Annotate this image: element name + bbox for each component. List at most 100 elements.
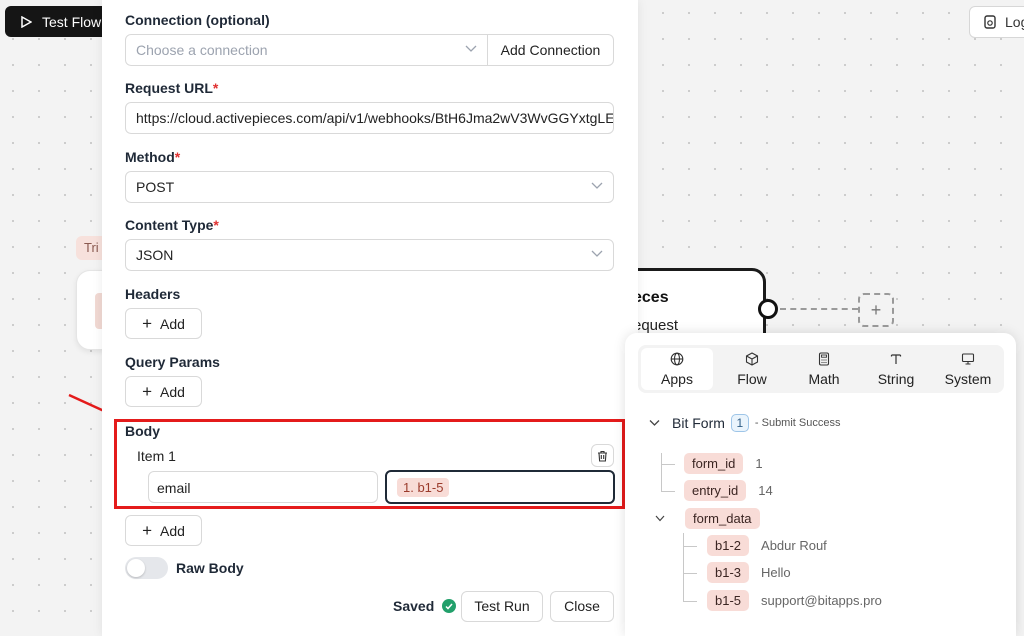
calculator-icon <box>818 351 830 366</box>
data-selector-tabs: Apps Flow Math String System <box>638 345 1004 393</box>
tree-node-form-id[interactable]: form_id 1 <box>684 453 763 474</box>
tab-system[interactable]: System <box>932 345 1004 393</box>
method-value: POST <box>136 179 175 195</box>
body-item-label: Item 1 <box>137 448 176 464</box>
connection-placeholder: Choose a connection <box>136 42 268 58</box>
content-type-select[interactable]: JSON <box>125 239 614 271</box>
saved-status: Saved <box>393 598 457 614</box>
request-url-label-text: Request URL <box>125 80 213 96</box>
add-body-item-button[interactable]: + Add <box>125 515 202 546</box>
plus-icon: + <box>142 314 152 333</box>
required-mark: * <box>212 80 219 96</box>
chevron-down-icon <box>591 250 603 257</box>
method-label-text: Method <box>125 149 175 165</box>
tab-string[interactable]: String <box>860 345 932 393</box>
tree-node-bit-form[interactable]: Bit Form 1 - Submit Success <box>649 414 840 432</box>
tab-label: Apps <box>661 370 693 387</box>
add-query-param-button[interactable]: + Add <box>125 376 202 407</box>
monitor-icon <box>961 352 975 365</box>
step-connector-dot <box>758 299 778 319</box>
headers-label: Headers <box>125 286 181 302</box>
data-value: 1 <box>755 456 763 471</box>
chevron-down-icon <box>655 515 665 522</box>
trash-icon <box>598 450 607 462</box>
tree-node-entry-id[interactable]: entry_id 14 <box>684 480 773 501</box>
logs-label: Log <box>1005 14 1024 30</box>
tree-line <box>661 464 675 465</box>
connector-line <box>780 308 858 310</box>
data-key-chip: form_id <box>684 453 744 474</box>
test-run-button[interactable]: Test Run <box>461 591 543 622</box>
tab-math[interactable]: Math <box>788 345 860 393</box>
required-mark: * <box>213 217 219 233</box>
content-type-value: JSON <box>136 247 174 263</box>
chevron-down-icon <box>465 45 477 52</box>
request-url-label: Request URL* <box>125 80 218 96</box>
add-connection-button[interactable]: Add Connection <box>487 34 614 66</box>
step-settings-panel: Connection (optional) Choose a connectio… <box>102 0 638 636</box>
body-label: Body <box>125 423 160 439</box>
plus-icon: + <box>142 521 152 540</box>
data-reference-chip[interactable]: 1. b1-5 <box>397 478 450 497</box>
step-title: eces <box>633 289 669 306</box>
connection-select[interactable]: Choose a connection <box>125 34 488 66</box>
data-key-chip: form_data <box>685 508 760 529</box>
tree-line <box>683 546 697 547</box>
body-value-input[interactable]: 1. b1-5 <box>385 470 615 504</box>
tab-label: String <box>877 370 915 387</box>
add-query-param-label: Add <box>160 383 185 400</box>
body-key-input[interactable]: email <box>148 471 378 503</box>
method-label: Method* <box>125 149 180 165</box>
data-key-chip: entry_id <box>684 480 747 501</box>
data-value: 14 <box>758 483 773 498</box>
test-flow-label: Test Flow <box>42 13 102 30</box>
close-button[interactable]: Close <box>550 591 614 622</box>
query-params-label: Query Params <box>125 354 220 370</box>
tree-node-form-data[interactable]: form_data <box>655 508 760 529</box>
chevron-down-icon <box>649 420 660 426</box>
data-key-chip: b1-3 <box>707 562 750 583</box>
data-value: Abdur Rouf <box>761 538 827 553</box>
tab-flow[interactable]: Flow <box>716 345 788 393</box>
delete-item-button[interactable] <box>591 444 614 467</box>
data-value: Hello <box>761 565 791 580</box>
tab-label: Flow <box>737 370 767 387</box>
connection-label: Connection (optional) <box>125 12 270 28</box>
logs-button[interactable]: Log <box>969 6 1024 38</box>
tree-line <box>661 453 662 491</box>
tree-line <box>683 573 697 574</box>
content-type-label-text: Content Type <box>125 217 214 233</box>
play-icon <box>21 15 32 28</box>
globe-icon <box>670 352 684 365</box>
plus-icon: + <box>142 382 152 401</box>
data-key-chip: b1-2 <box>707 535 750 556</box>
saved-label: Saved <box>393 598 435 614</box>
tree-line <box>661 491 675 492</box>
content-type-label: Content Type* <box>125 217 219 233</box>
method-select[interactable]: POST <box>125 171 614 203</box>
toggle-knob <box>127 559 145 577</box>
tree-node-b1-2[interactable]: b1-2 Abdur Rouf <box>707 535 827 556</box>
tree-node-b1-3[interactable]: b1-3 Hello <box>707 562 791 583</box>
chevron-down-icon <box>591 182 603 189</box>
add-header-button[interactable]: + Add <box>125 308 202 339</box>
tab-label: System <box>944 370 992 387</box>
data-value: support@bitapps.pro <box>761 593 882 608</box>
check-circle-icon <box>442 599 457 613</box>
request-url-input[interactable]: https://cloud.activepieces.com/api/v1/we… <box>125 102 614 134</box>
cube-icon <box>745 351 759 366</box>
add-step-button[interactable]: + <box>858 293 894 327</box>
add-header-label: Add <box>160 315 185 332</box>
tree-node-b1-5[interactable]: b1-5 support@bitapps.pro <box>707 590 882 611</box>
tree-line <box>683 533 684 601</box>
logs-icon <box>984 15 996 29</box>
step-subtitle: equest <box>633 317 679 334</box>
text-icon <box>890 353 902 364</box>
raw-body-toggle[interactable] <box>125 557 168 579</box>
raw-body-label: Raw Body <box>176 560 244 576</box>
tab-apps[interactable]: Apps <box>641 348 713 390</box>
tab-label: Math <box>808 370 840 387</box>
tree-line <box>683 601 697 602</box>
required-mark: * <box>174 149 181 165</box>
source-event: - Submit Success <box>754 417 841 429</box>
